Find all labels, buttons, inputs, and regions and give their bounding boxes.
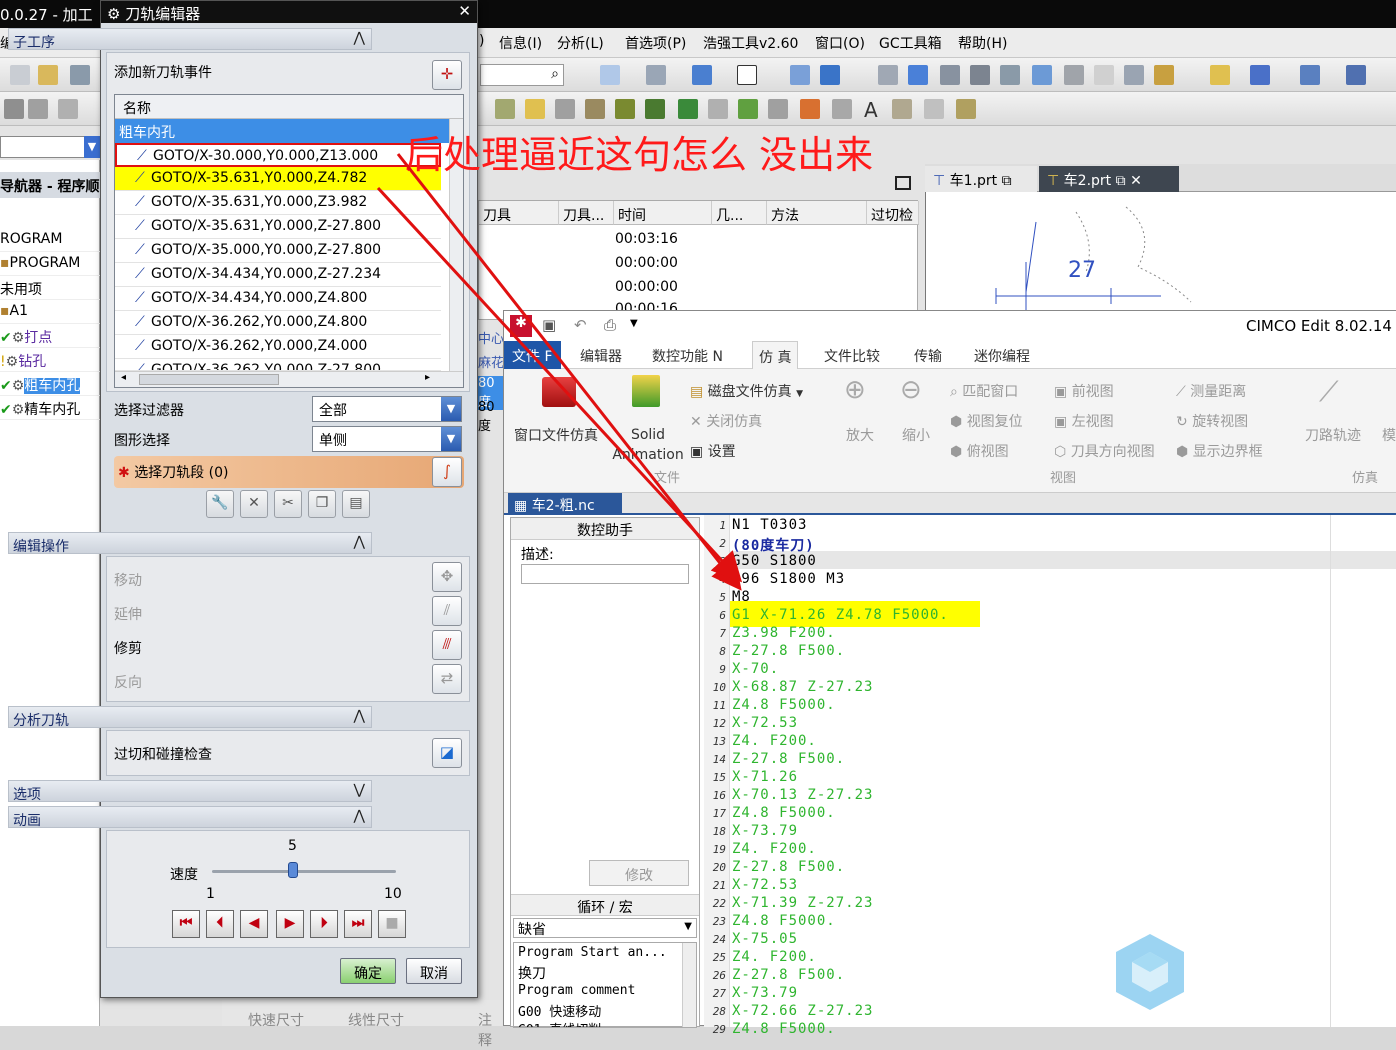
annotation-arrows	[376, 153, 743, 591]
arrow-2	[376, 186, 743, 583]
watermark-logo	[1116, 934, 1184, 1010]
